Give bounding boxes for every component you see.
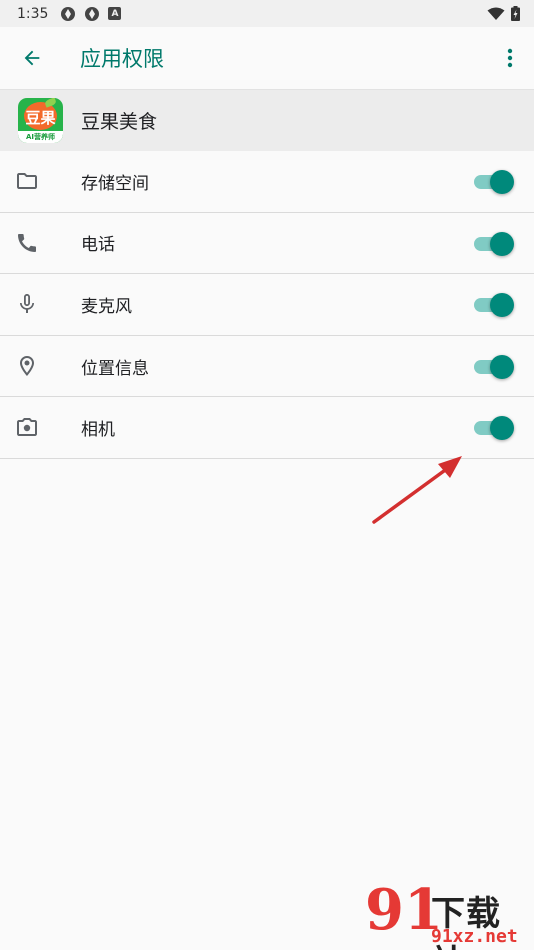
permission-toggle[interactable] (474, 231, 514, 256)
annotation-arrow (372, 456, 462, 524)
back-arrow-icon (24, 50, 40, 66)
permission-row-storage[interactable]: 存储空间 (0, 151, 534, 213)
status-time: 1:35 (17, 5, 49, 22)
app-icon: 豆果 AI营养师 (18, 98, 63, 143)
folder-icon (17, 173, 37, 189)
page-title: 应用权限 (80, 47, 164, 71)
toggle-thumb (490, 293, 514, 318)
wifi-icon (487, 7, 505, 20)
permission-row-location[interactable]: 位置信息 (0, 336, 534, 398)
permission-label: 相机 (81, 420, 115, 441)
more-options-button[interactable] (486, 27, 534, 89)
watermark: 91 下载站 91xz.net (365, 880, 534, 950)
aperture-icon-2 (85, 6, 100, 21)
permission-toggle[interactable] (474, 354, 514, 379)
battery-icon (511, 6, 520, 21)
app-header: 豆果 AI营养师 豆果美食 (0, 89, 534, 151)
permission-row-phone[interactable]: 电话 (0, 213, 534, 275)
status-bar: 1:35 A (0, 0, 534, 27)
watermark-domain: 91xz.net (431, 926, 518, 947)
microphone-icon (20, 294, 34, 314)
toggle-thumb (490, 170, 514, 194)
permission-row-microphone[interactable]: 麦克风 (0, 274, 534, 336)
toggle-thumb (490, 416, 514, 441)
app-bar: 应用权限 (0, 27, 534, 89)
app-icon-text: 豆果 (25, 109, 56, 127)
notification-a-letter: A (111, 8, 119, 19)
permission-label: 位置信息 (81, 358, 149, 379)
aperture-icon (61, 6, 76, 21)
permission-label: 麦克风 (81, 296, 132, 317)
phone-icon (18, 233, 36, 252)
location-icon (20, 355, 34, 376)
back-button[interactable] (0, 27, 64, 89)
permission-toggle[interactable] (474, 293, 514, 318)
permission-list: 存储空间 电话 麦克风 位置信息 相机 (0, 151, 534, 459)
toggle-thumb (490, 354, 514, 379)
permission-label: 存储空间 (81, 173, 149, 194)
status-notification-icons: A (60, 6, 122, 22)
toggle-thumb (490, 231, 514, 256)
camera-icon (17, 418, 37, 437)
permission-toggle[interactable] (474, 416, 514, 441)
notification-a-icon: A (108, 7, 122, 20)
permission-toggle[interactable] (474, 170, 514, 194)
permission-label: 电话 (81, 235, 115, 256)
status-system-icons (487, 6, 520, 21)
app-icon-subtext: AI营养师 (25, 133, 56, 141)
app-name: 豆果美食 (81, 111, 158, 133)
more-vert-icon (507, 48, 513, 68)
